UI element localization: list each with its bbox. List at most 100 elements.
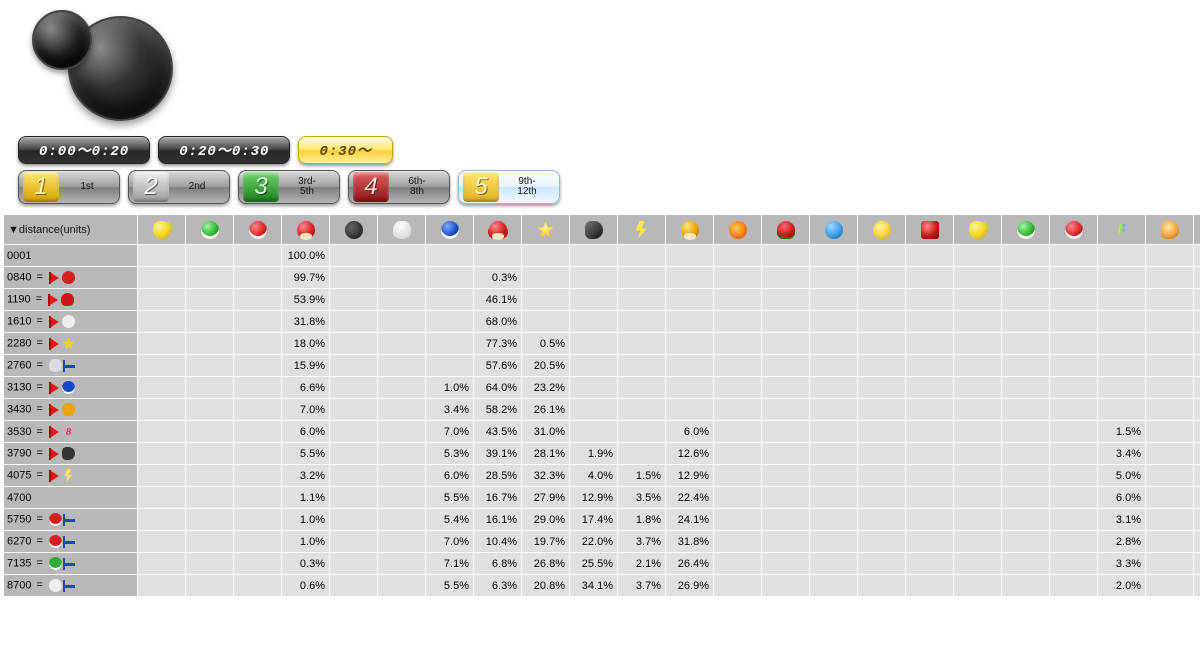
cell-gshell3 bbox=[1002, 443, 1050, 465]
cell-boo bbox=[1194, 575, 1200, 597]
row-distance: 0840 = bbox=[4, 267, 138, 289]
cell-bloop bbox=[378, 509, 426, 531]
cell-block bbox=[906, 509, 954, 531]
cell-rshell bbox=[234, 311, 282, 333]
cell-bolt bbox=[618, 245, 666, 267]
place-tab-2[interactable]: 22nd bbox=[128, 170, 230, 204]
cell-boo: 5.1% bbox=[1194, 377, 1200, 399]
cell-horn bbox=[1146, 311, 1194, 333]
cell-gshell3 bbox=[1002, 487, 1050, 509]
cell-piranha bbox=[762, 553, 810, 575]
cell-bomb bbox=[330, 487, 378, 509]
cell-gshell bbox=[186, 421, 234, 443]
table-row: 47001.1%5.5%16.7%27.9%12.9%3.5%22.4%6.0%… bbox=[4, 487, 1200, 509]
cell-rshell bbox=[234, 399, 282, 421]
cell-boom bbox=[810, 311, 858, 333]
cell-bshell: 7.0% bbox=[426, 531, 474, 553]
cell-bolt: 3.5% bbox=[618, 487, 666, 509]
cell-gmush: 12.9% bbox=[666, 465, 714, 487]
cell-gshell bbox=[186, 377, 234, 399]
cell-block bbox=[906, 399, 954, 421]
cell-fire bbox=[714, 333, 762, 355]
cell-gshell bbox=[186, 553, 234, 575]
cell-gshell bbox=[186, 311, 234, 333]
cell-bloop bbox=[378, 553, 426, 575]
cell-gmush bbox=[666, 289, 714, 311]
row-distance: 3430 = bbox=[4, 399, 138, 421]
cell-piranha bbox=[762, 575, 810, 597]
cell-boo: 0.2% bbox=[1194, 311, 1200, 333]
cell-mush3: 57.6% bbox=[474, 355, 522, 377]
table-row: 3790 = 5.5%5.3%39.1%28.1%1.9%12.6%3.4%4.… bbox=[4, 443, 1200, 465]
piranha-plant-icon bbox=[777, 221, 795, 239]
place-tab-5[interactable]: 59th-12th bbox=[458, 170, 560, 204]
cell-rshell3 bbox=[1050, 553, 1098, 575]
red-shell-icon bbox=[249, 221, 267, 239]
block-icon bbox=[921, 221, 939, 239]
cell-eight bbox=[1098, 245, 1146, 267]
cell-bill bbox=[570, 399, 618, 421]
cell-bill bbox=[570, 311, 618, 333]
cell-mush3: 28.5% bbox=[474, 465, 522, 487]
col-star bbox=[522, 215, 570, 245]
row-distance: 1190 = bbox=[4, 289, 138, 311]
cell-mush: 3.2% bbox=[282, 465, 330, 487]
cell-gmush bbox=[666, 399, 714, 421]
cell-mush3: 43.5% bbox=[474, 421, 522, 443]
fire-flower-icon bbox=[729, 221, 747, 239]
cell-bloop bbox=[378, 355, 426, 377]
cell-bomb bbox=[330, 465, 378, 487]
cell-coin bbox=[858, 311, 906, 333]
cell-banana3 bbox=[954, 465, 1002, 487]
bullet-bill-icon bbox=[585, 221, 603, 239]
cell-boom bbox=[810, 333, 858, 355]
col-bill bbox=[570, 215, 618, 245]
post-icon bbox=[63, 361, 77, 371]
cell-eight: 1.5% bbox=[1098, 421, 1146, 443]
cell-bshell: 7.1% bbox=[426, 553, 474, 575]
probability-table: ▼distance(units)8 0001100.0%0840 = 99.7%… bbox=[3, 214, 1200, 597]
place-tab-3[interactable]: 33rd-5th bbox=[238, 170, 340, 204]
mini-boo-icon bbox=[49, 579, 62, 592]
cell-bill: 1.9% bbox=[570, 443, 618, 465]
place-tab-4[interactable]: 46th-8th bbox=[348, 170, 450, 204]
cell-gshell bbox=[186, 355, 234, 377]
cell-gshell bbox=[186, 443, 234, 465]
cell-banana bbox=[138, 531, 186, 553]
cell-bshell: 5.5% bbox=[426, 487, 474, 509]
place-tab-1[interactable]: 11st bbox=[18, 170, 120, 204]
table-row: 2760 = 15.9%57.6%20.5%6.1% bbox=[4, 355, 1200, 377]
time-tab-0[interactable]: 0:00～0:20 bbox=[18, 136, 150, 164]
cell-banana3 bbox=[954, 553, 1002, 575]
cell-mush3: 0.3% bbox=[474, 267, 522, 289]
time-tab-2[interactable]: 0:30～ bbox=[298, 136, 393, 164]
cell-mush: 6.6% bbox=[282, 377, 330, 399]
row-distance: 3790 = bbox=[4, 443, 138, 465]
table-row: 3430 = 7.0%3.4%58.2%26.1%5.3% bbox=[4, 399, 1200, 421]
cell-boo: 1.7% bbox=[1194, 553, 1200, 575]
cell-rshell3 bbox=[1050, 487, 1098, 509]
distance-header[interactable]: ▼distance(units) bbox=[4, 215, 138, 245]
cell-bomb bbox=[330, 553, 378, 575]
cell-banana3 bbox=[954, 421, 1002, 443]
cell-bshell bbox=[426, 267, 474, 289]
cell-horn bbox=[1146, 575, 1194, 597]
col-rshell bbox=[234, 215, 282, 245]
cell-bshell bbox=[426, 289, 474, 311]
cell-bshell: 5.5% bbox=[426, 575, 474, 597]
place-tab-row: 11st22nd33rd-5th46th-8th59th-12th bbox=[18, 170, 1182, 204]
cell-horn bbox=[1146, 289, 1194, 311]
banana-icon bbox=[153, 221, 171, 239]
cell-horn bbox=[1146, 443, 1194, 465]
triple-mushroom-icon bbox=[489, 221, 507, 239]
row-distance: 0001 bbox=[4, 245, 138, 267]
cell-gmush bbox=[666, 377, 714, 399]
triple-green-shell-icon bbox=[1017, 221, 1035, 239]
cell-block bbox=[906, 245, 954, 267]
cell-boom bbox=[810, 443, 858, 465]
table-row: 0840 = 99.7%0.3% bbox=[4, 267, 1200, 289]
cell-star bbox=[522, 289, 570, 311]
cell-banana bbox=[138, 443, 186, 465]
cell-banana3 bbox=[954, 289, 1002, 311]
time-tab-1[interactable]: 0:20～0:30 bbox=[158, 136, 290, 164]
